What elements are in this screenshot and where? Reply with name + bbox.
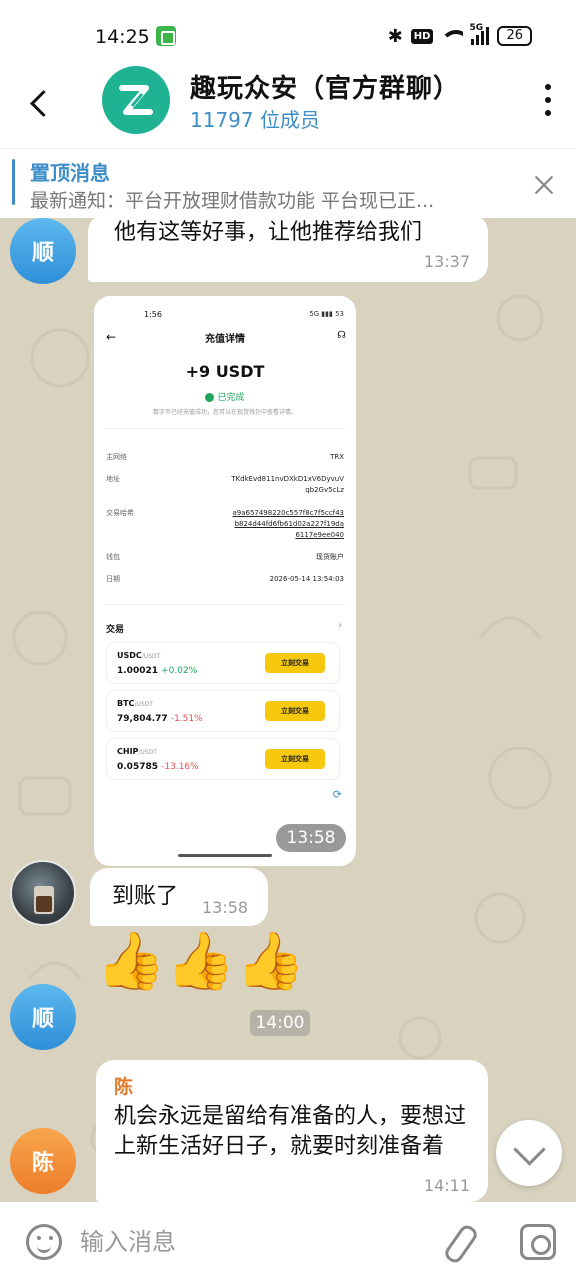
screenshot-image-message[interactable]: 1:56 5G ▮▮▮ 53 ← 充值详情 ☊ +9 USDT 已完成 数字币已…	[94, 296, 356, 866]
hd-badge: HD	[410, 28, 434, 44]
group-logo-icon	[119, 85, 153, 115]
message-bubble[interactable]: 到账了 13:58	[90, 868, 268, 926]
message-text: 他有这等好事，让他推荐给我们	[114, 220, 423, 245]
message-text: 到账了	[112, 884, 179, 909]
avatar[interactable]: 顺	[10, 218, 76, 284]
status-time: 14:25	[95, 26, 150, 48]
wifi-icon	[441, 28, 464, 44]
pinned-message[interactable]: 置顶消息 最新通知：平台开放理财借款功能 平台现已正...	[0, 148, 576, 218]
attach-icon[interactable]	[444, 1222, 474, 1262]
member-count: 11797 位成员	[190, 108, 320, 132]
row-value: 现货账户	[316, 553, 344, 561]
market-price: 1.00021 +0.02%	[117, 666, 198, 676]
message-time: 13:37	[423, 252, 470, 271]
row-label: 日期	[106, 575, 120, 583]
pinned-indicator	[12, 159, 15, 205]
avatar[interactable]: 陈	[10, 1128, 76, 1194]
row-label: 钱包	[106, 553, 120, 561]
row-label: 地址	[106, 475, 120, 483]
status-icons: ✱ HD 5G 26	[387, 23, 532, 48]
back-arrow-icon[interactable]	[22, 86, 58, 122]
sender-name: 陈	[114, 1076, 134, 1098]
trade-button: 立刻交易	[265, 749, 325, 769]
more-menu-icon[interactable]	[544, 84, 552, 116]
market-price: 79,804.77 -1.51%	[117, 714, 203, 724]
chevron-right-icon: ›	[338, 620, 342, 631]
thumbs-up-emoji-message[interactable]: 👍👍👍	[96, 930, 305, 994]
message-time: 14:11	[423, 1176, 470, 1195]
translate-icon: ⟳	[332, 788, 342, 801]
camera-icon[interactable]	[520, 1224, 556, 1260]
market-price: 0.05785 -13.16%	[117, 762, 199, 772]
shot-section-title: 交易	[106, 625, 125, 635]
shot-status-time: 1:56	[144, 310, 162, 319]
shot-row: 交易哈希 a9a657498220c557f8c7f5ccf43 b824d44f…	[106, 508, 344, 539]
market-card: USDC/USDT 1.00021 +0.02% 立刻交易	[106, 642, 340, 684]
emoji-icon[interactable]	[26, 1224, 62, 1260]
status-bar: 14:25 ✱ HD 5G 26	[0, 0, 576, 64]
shot-status-text: 已完成	[217, 393, 245, 403]
group-avatar[interactable]	[102, 66, 170, 134]
pinned-title: 置顶消息	[30, 161, 110, 185]
message-time: 13:58	[202, 898, 249, 917]
close-icon[interactable]	[532, 173, 556, 197]
market-pair: CHIP/USDT	[117, 747, 157, 756]
signal-icon: 5G	[469, 23, 490, 45]
message-input[interactable]: 输入消息	[80, 1224, 420, 1260]
message-time: 13:58	[276, 824, 346, 852]
group-title[interactable]: 趣玩众安（官方群聊）	[190, 68, 460, 105]
shot-status-icons: 5G ▮▮▮ 53	[309, 310, 344, 318]
row-label: 主网络	[106, 453, 127, 461]
pinned-text: 最新通知：平台开放理财借款功能 平台现已正...	[30, 190, 435, 212]
trade-button: 立刻交易	[265, 701, 325, 721]
message-bubble[interactable]: 他有这等好事，让他推荐给我们 13:37	[88, 218, 488, 282]
shot-amount: +9 USDT	[185, 362, 265, 381]
message-text: 机会永远是留给有准备的人，要想过上新生活好日子，就要时刻准备着	[114, 1104, 467, 1159]
row-value: a9a657498220c557f8c7f5ccf43 b824d44fd6fb…	[232, 509, 344, 539]
market-pair: BTC/USDT	[117, 699, 153, 708]
divider	[104, 604, 346, 605]
shot-row: 钱包 现货账户	[106, 552, 344, 562]
scroll-down-button[interactable]	[496, 1120, 562, 1186]
check-icon	[205, 393, 215, 402]
market-card: CHIP/USDT 0.05785 -13.16% 立刻交易	[106, 738, 340, 780]
shot-title: 充值详情	[205, 334, 245, 345]
chat-header: 趣玩众安（官方群聊） 11797 位成员	[0, 64, 576, 148]
shot-row: 主网络 TRX	[106, 452, 344, 462]
shot-headset-icon: ☊	[337, 330, 346, 341]
network-label: 5G	[469, 23, 484, 33]
message-composer: 输入消息	[0, 1202, 576, 1280]
row-value: TKdkEvd811nvDXkD1xV6DyvuV qb2Gv5cLz	[231, 475, 344, 494]
market-pair: USDC/USDT	[117, 651, 161, 660]
shot-status: 已完成	[94, 390, 356, 403]
row-label: 交易哈希	[106, 509, 134, 517]
divider	[104, 428, 346, 429]
avatar[interactable]	[10, 860, 76, 926]
row-value: TRX	[330, 453, 344, 461]
message-time: 14:00	[250, 1010, 310, 1036]
app-notification-icon	[156, 26, 176, 46]
row-value: 2026-05-14 13:54:03	[269, 575, 344, 583]
message-bubble[interactable]: 陈 机会永远是留给有准备的人，要想过上新生活好日子，就要时刻准备着 14:11	[96, 1060, 488, 1202]
shot-note: 数字币已经充值成功，您可以在现货钱包中查看详情。	[152, 409, 297, 416]
home-indicator	[178, 854, 272, 857]
bluetooth-icon: ✱	[387, 25, 403, 47]
shot-row: 日期 2026-05-14 13:54:03	[106, 574, 344, 584]
shot-row: 地址 TKdkEvd811nvDXkD1xV6DyvuV qb2Gv5cLz	[106, 474, 344, 494]
market-card: BTC/USDT 79,804.77 -1.51% 立刻交易	[106, 690, 340, 732]
avatar[interactable]: 顺	[10, 984, 76, 1050]
battery-icon: 26	[497, 26, 532, 46]
chat-area[interactable]: 顺 他有这等好事，让他推荐给我们 13:37 1:56 5G ▮▮▮ 53 ← …	[0, 218, 576, 1202]
trade-button: 立刻交易	[265, 653, 325, 673]
